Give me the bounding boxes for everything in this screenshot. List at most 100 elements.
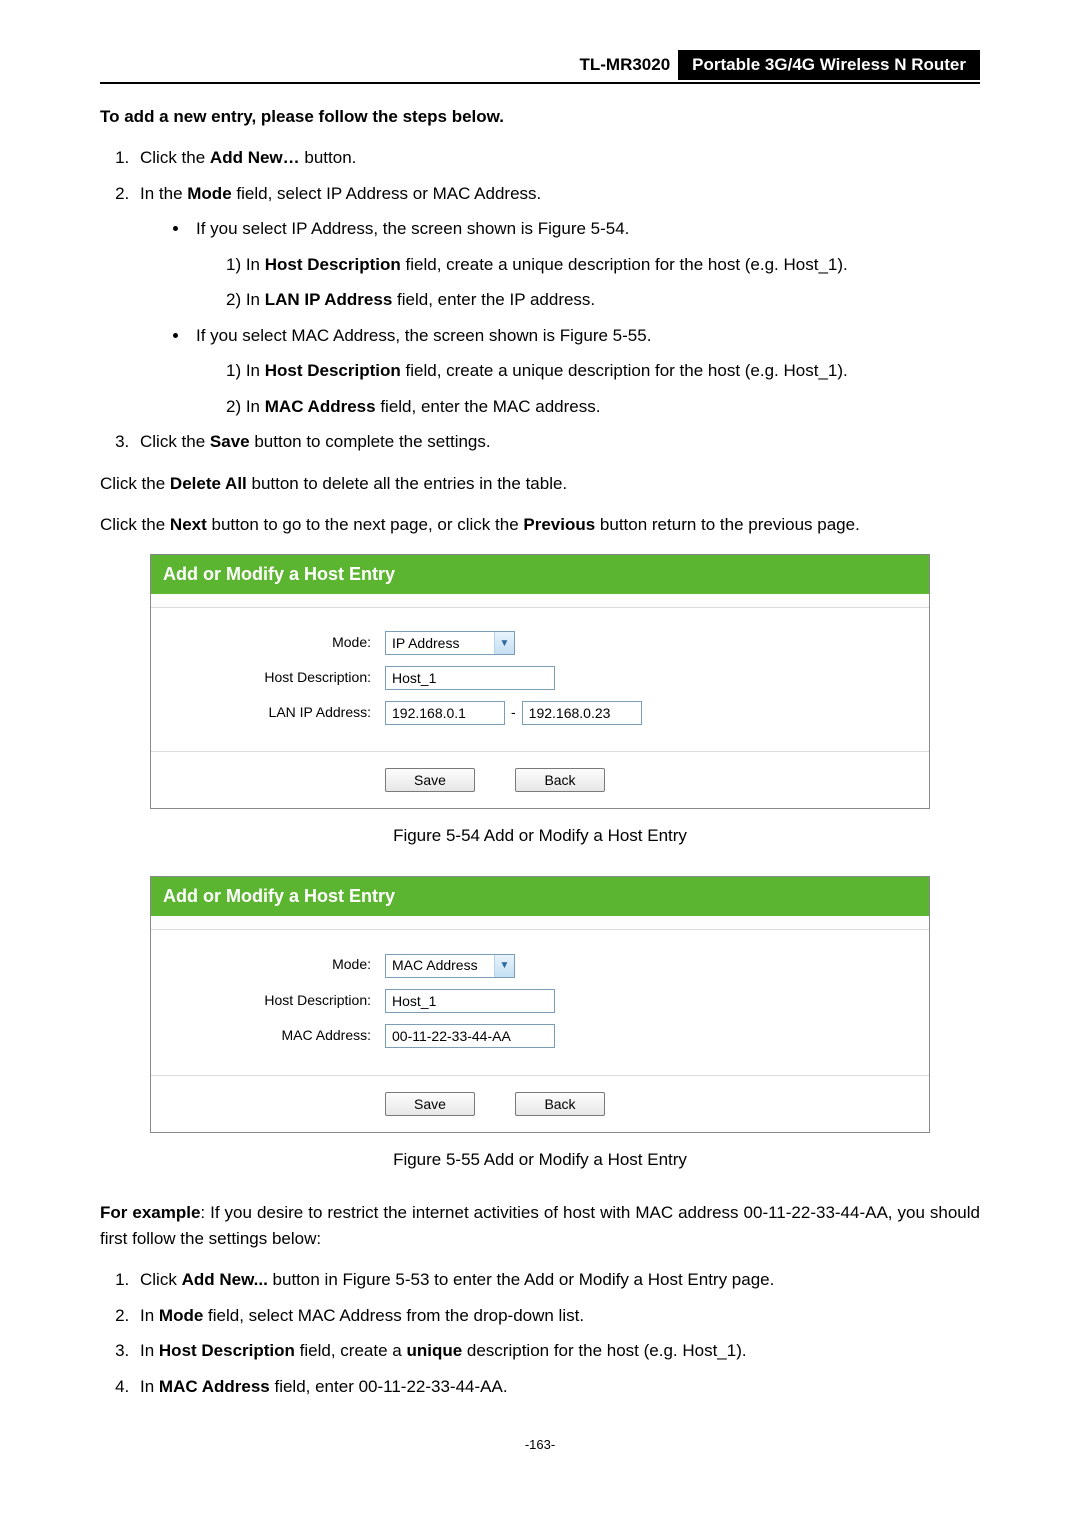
- text: button.: [300, 148, 357, 167]
- mac-address-input[interactable]: 00-11-22-33-44-AA: [385, 1024, 555, 1048]
- ip-substeps: 1) In Host Description field, create a u…: [196, 252, 980, 313]
- text: 2) In: [226, 397, 265, 416]
- text: field, create a: [295, 1341, 407, 1360]
- mode-bold: Mode: [187, 184, 231, 203]
- host-desc-bold: Host Description: [265, 361, 401, 380]
- ip-sub-1: 1) In Host Description field, create a u…: [226, 252, 980, 278]
- host-description-input[interactable]: Host_1: [385, 666, 555, 690]
- panel-footer: Save Back: [151, 1075, 929, 1132]
- text: In: [140, 1341, 159, 1360]
- lan-ip-bold: LAN IP Address: [265, 290, 393, 309]
- add-new-bold: Add New...: [182, 1270, 268, 1289]
- example-step-3: In Host Description field, create a uniq…: [134, 1338, 980, 1364]
- text: button to complete the settings.: [250, 432, 491, 451]
- previous-bold: Previous: [523, 515, 595, 534]
- figure-54-caption: Figure 5-54 Add or Modify a Host Entry: [100, 823, 980, 849]
- text: field, enter the MAC address.: [376, 397, 601, 416]
- example-intro: For example: If you desire to restrict t…: [100, 1200, 980, 1251]
- next-bold: Next: [170, 515, 207, 534]
- text: Click the: [100, 474, 170, 493]
- example-step-1: Click Add New... button in Figure 5-53 t…: [134, 1267, 980, 1293]
- mode-label: Mode:: [181, 632, 371, 653]
- panel-body: Mode: IP Address ▼ Host Description: Hos…: [151, 608, 929, 751]
- back-button[interactable]: Back: [515, 768, 605, 792]
- text: If you select MAC Address, the screen sh…: [196, 326, 651, 345]
- back-button[interactable]: Back: [515, 1092, 605, 1116]
- host-desc-bold: Host Description: [265, 255, 401, 274]
- bullet-ip: If you select IP Address, the screen sho…: [190, 216, 980, 313]
- example-step-2: In Mode field, select MAC Address from t…: [134, 1303, 980, 1329]
- text: Click the: [140, 148, 210, 167]
- page-number: -163-: [100, 1435, 980, 1455]
- text: In: [140, 1377, 159, 1396]
- header-divider: [100, 82, 980, 84]
- text: button to delete all the entries in the …: [247, 474, 567, 493]
- mode-select-value: IP Address: [386, 633, 494, 654]
- mac-addr-label: MAC Address:: [181, 1025, 371, 1046]
- text: : If you desire to restrict the internet…: [100, 1203, 980, 1248]
- bullet-mac: If you select MAC Address, the screen sh…: [190, 323, 980, 420]
- figure-54-panel: Add or Modify a Host Entry Mode: IP Addr…: [150, 554, 930, 809]
- host-desc-label: Host Description:: [181, 990, 371, 1011]
- add-new-bold: Add New…: [210, 148, 300, 167]
- mode-select-value: MAC Address: [386, 955, 494, 976]
- text: Click: [140, 1270, 182, 1289]
- text: 2) In: [226, 290, 265, 309]
- panel-separator: [151, 916, 929, 930]
- text: button to go to the next page, or click …: [207, 515, 524, 534]
- delete-all-para: Click the Delete All button to delete al…: [100, 471, 980, 497]
- ip-start-input[interactable]: 192.168.0.1: [385, 701, 505, 725]
- host-desc-bold: Host Description: [159, 1341, 295, 1360]
- mode-select[interactable]: IP Address ▼: [385, 631, 515, 655]
- figure-55-panel: Add or Modify a Host Entry Mode: MAC Add…: [150, 876, 930, 1133]
- mac-addr-bold: MAC Address: [265, 397, 376, 416]
- panel-body: Mode: MAC Address ▼ Host Description: Ho…: [151, 930, 929, 1075]
- unique-bold: unique: [406, 1341, 462, 1360]
- text: field, select MAC Address from the drop-…: [203, 1306, 584, 1325]
- product-name: Portable 3G/4G Wireless N Router: [678, 50, 980, 80]
- model-number: TL-MR3020: [571, 50, 678, 80]
- main-steps-list: Click the Add New… button. In the Mode f…: [100, 145, 980, 455]
- mode-select[interactable]: MAC Address ▼: [385, 954, 515, 978]
- mode-label: Mode:: [181, 954, 371, 975]
- ip-end-input[interactable]: 192.168.0.23: [522, 701, 642, 725]
- host-description-input[interactable]: Host_1: [385, 989, 555, 1013]
- text: If you select IP Address, the screen sho…: [196, 219, 629, 238]
- text: Click the: [100, 515, 170, 534]
- text: In the: [140, 184, 187, 203]
- panel-title: Add or Modify a Host Entry: [151, 877, 929, 916]
- text: field, select IP Address or MAC Address.: [232, 184, 542, 203]
- mac-addr-bold: MAC Address: [159, 1377, 270, 1396]
- text: button in Figure 5-53 to enter the Add o…: [268, 1270, 775, 1289]
- chevron-down-icon: ▼: [494, 632, 514, 654]
- page-header: TL-MR3020 Portable 3G/4G Wireless N Rout…: [100, 50, 980, 80]
- lan-ip-label: LAN IP Address:: [181, 702, 371, 723]
- mac-sub-2: 2) In MAC Address field, enter the MAC a…: [226, 394, 980, 420]
- text: Click the: [140, 432, 210, 451]
- text: field, enter 00-11-22-33-44-AA.: [270, 1377, 508, 1396]
- chevron-down-icon: ▼: [494, 955, 514, 977]
- step-1: Click the Add New… button.: [134, 145, 980, 171]
- delete-all-bold: Delete All: [170, 474, 247, 493]
- mac-sub-1: 1) In Host Description field, create a u…: [226, 358, 980, 384]
- text: 1) In: [226, 255, 265, 274]
- panel-separator: [151, 594, 929, 608]
- text: field, enter the IP address.: [392, 290, 595, 309]
- ip-range-dash: -: [511, 702, 516, 723]
- panel-title: Add or Modify a Host Entry: [151, 555, 929, 594]
- save-button[interactable]: Save: [385, 768, 475, 792]
- host-desc-label: Host Description:: [181, 667, 371, 688]
- text: button return to the previous page.: [595, 515, 860, 534]
- mode-bold: Mode: [159, 1306, 203, 1325]
- text: In: [140, 1306, 159, 1325]
- next-prev-para: Click the Next button to go to the next …: [100, 512, 980, 538]
- text: 1) In: [226, 361, 265, 380]
- figure-55-caption: Figure 5-55 Add or Modify a Host Entry: [100, 1147, 980, 1173]
- save-bold: Save: [210, 432, 250, 451]
- mac-substeps: 1) In Host Description field, create a u…: [196, 358, 980, 419]
- for-example-bold: For example: [100, 1203, 200, 1222]
- text: field, create a unique description for t…: [401, 255, 848, 274]
- ip-sub-2: 2) In LAN IP Address field, enter the IP…: [226, 287, 980, 313]
- save-button[interactable]: Save: [385, 1092, 475, 1116]
- mode-bullets: If you select IP Address, the screen sho…: [140, 216, 980, 419]
